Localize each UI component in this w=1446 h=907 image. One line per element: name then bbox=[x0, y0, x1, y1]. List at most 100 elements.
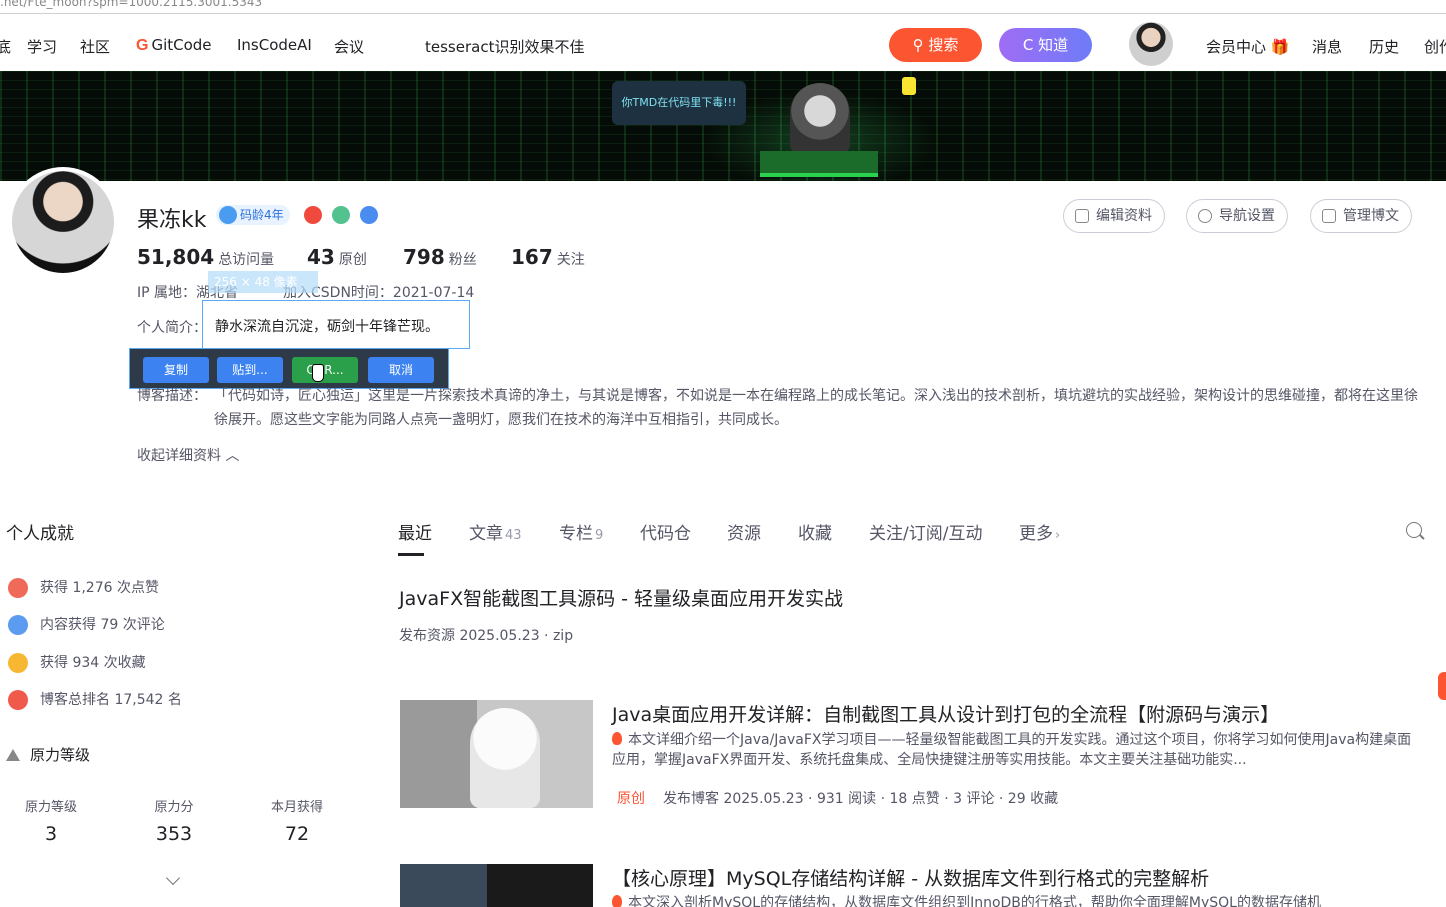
collapse-label: 收起详细资料 bbox=[137, 448, 221, 464]
article-meta: 原创 发布博客 2025.05.23 · 931 阅读 · 18 点赞 · 3 评… bbox=[617, 788, 1058, 808]
stat-visits-label: 总访问量 bbox=[218, 252, 275, 268]
chevron-down-icon[interactable] bbox=[165, 870, 181, 886]
tab-resources[interactable]: 资源 bbox=[727, 519, 761, 544]
edit-icon bbox=[1075, 209, 1089, 223]
article-thumbnail[interactable] bbox=[400, 700, 593, 808]
stat-original[interactable]: 43 原创 bbox=[307, 245, 367, 269]
search-query-text[interactable]: tesseract识别效果不佳 bbox=[425, 36, 584, 57]
search-button[interactable]: ⚲ 搜索 bbox=[889, 28, 982, 62]
comment-icon bbox=[8, 615, 28, 635]
cancel-button[interactable]: 取消 bbox=[368, 357, 434, 383]
desc-text: 「代码如诗，匠心独运」这里是一片探索技术真谛的净土，与其说是博客，不如说是一本在… bbox=[214, 388, 1418, 428]
fire-icon bbox=[612, 895, 622, 907]
article-desc-text: 本文详细介绍一个Java/JavaFX学习项目——轻量级智能截图工具的开发实践。… bbox=[612, 732, 1412, 768]
stat-following[interactable]: 167 关注 bbox=[511, 245, 585, 269]
stat-fans-label: 粉丝 bbox=[448, 252, 477, 268]
tab-articles-count: 43 bbox=[505, 528, 522, 543]
screenshot-toolbar: 复制 贴到... OCR... 取消 bbox=[129, 348, 449, 389]
achievement-comments-text: 内容获得 79 次评论 bbox=[40, 617, 165, 633]
code-age-label: 码龄4年 bbox=[240, 208, 284, 222]
zhidao-button[interactable]: C 知道 bbox=[999, 28, 1092, 62]
force-month: 本月获得 72 bbox=[247, 796, 347, 845]
tab-follow-label: 关注/订阅/互动 bbox=[869, 524, 983, 544]
achievement-comments: 内容获得 79 次评论 bbox=[8, 614, 165, 635]
stat-visits-num: 51,804 bbox=[137, 245, 215, 269]
nav-item-community[interactable]: 社区 bbox=[80, 36, 110, 57]
achievement-rank-text: 博客总排名 17,542 名 bbox=[40, 692, 182, 708]
tab-columns-label: 专栏 bbox=[559, 524, 593, 544]
stat-fans[interactable]: 798 粉丝 bbox=[403, 245, 477, 269]
profile-banner: 你TMD在代码里下毒!!! bbox=[0, 71, 1446, 181]
tab-more-label: 更多 bbox=[1019, 524, 1053, 544]
nav-create[interactable]: 创作 bbox=[1424, 36, 1446, 57]
tab-follow[interactable]: 关注/订阅/互动 bbox=[869, 519, 982, 544]
cloud-badge-icon[interactable] bbox=[332, 206, 350, 224]
gitcode-icon: G bbox=[136, 37, 149, 54]
code-age-badge[interactable]: 码龄4年 bbox=[216, 205, 290, 225]
nav-vip-center[interactable]: 会员中心 🎁 bbox=[1206, 36, 1289, 57]
zhidao-button-label: 知道 bbox=[1038, 36, 1069, 54]
tab-recent[interactable]: 最近 bbox=[398, 519, 432, 544]
stat-following-label: 关注 bbox=[556, 252, 585, 268]
tab-repos-label: 代码仓 bbox=[640, 524, 691, 544]
stat-visits[interactable]: 51,804 总访问量 bbox=[137, 245, 274, 269]
address-bar[interactable]: .net/Fte_moon?spm=1000.2115.3001.5343 bbox=[0, 0, 1446, 14]
profile-avatar[interactable] bbox=[8, 167, 118, 277]
document-icon bbox=[1322, 209, 1336, 223]
stat-fans-num: 798 bbox=[403, 245, 445, 269]
nav-settings-button[interactable]: 导航设置 bbox=[1186, 199, 1288, 233]
article-title[interactable]: Java桌面应用开发详解：自制截图工具从设计到打包的全流程【附源码与演示】 bbox=[612, 700, 1279, 727]
achievements-card: 个人成就 获得 1,276 次点赞 内容获得 79 次评论 获得 934 次收藏… bbox=[0, 503, 360, 907]
force-level-value: 3 bbox=[44, 823, 58, 845]
force-icon bbox=[6, 749, 20, 761]
search-icon[interactable] bbox=[1406, 522, 1422, 538]
nav-item-gitcode[interactable]: G GitCode bbox=[136, 36, 212, 55]
content-card: 最近 文章 43 专栏 9 代码仓 资源 收藏 关注/订阅/互动 更多 › JavaF… bbox=[372, 503, 1442, 907]
top-nav: 底 学习 社区 G GitCode InsCodeAI 会议 tesseract识… bbox=[0, 14, 1446, 71]
tab-articles[interactable]: 文章 43 bbox=[469, 519, 522, 544]
ocr-button[interactable]: OCR... bbox=[292, 357, 358, 383]
stat-original-label: 原创 bbox=[338, 252, 367, 268]
edit-profile-button[interactable]: 编辑资料 bbox=[1063, 199, 1165, 233]
manage-posts-button[interactable]: 管理博文 bbox=[1310, 199, 1412, 233]
tab-repos[interactable]: 代码仓 bbox=[640, 519, 691, 544]
tab-columns-count: 9 bbox=[595, 528, 604, 543]
article-desc: 本文深入剖析MySQL的存储结构，从数据库文件组织到InnoDB的行格式，帮助你… bbox=[612, 893, 1412, 907]
nav-item-learn[interactable]: 学习 bbox=[27, 36, 57, 57]
tab-favorites[interactable]: 收藏 bbox=[798, 519, 832, 544]
nav-item-inscode[interactable]: InsCodeAI bbox=[237, 36, 312, 54]
tab-favorites-label: 收藏 bbox=[798, 524, 832, 544]
profile-card: 果冻kk 码龄4年 51,804 总访问量 43 原创 798 粉丝 167 关注 编辑… bbox=[0, 167, 1442, 492]
user-avatar[interactable] bbox=[1129, 22, 1173, 66]
article-title[interactable]: 【核心原理】MySQL存储结构详解 - 从数据库文件到行格式的完整解析 bbox=[612, 864, 1209, 891]
achievement-likes-text: 获得 1,276 次点赞 bbox=[40, 580, 159, 596]
copy-button[interactable]: 复制 bbox=[143, 357, 209, 383]
article-desc-text: 本文深入剖析MySQL的存储结构，从数据库文件组织到InnoDB的行格式，帮助你… bbox=[628, 895, 1321, 907]
screenshot-selection-box[interactable]: 静水深流自沉淀，砺剑十年锋芒现。 bbox=[202, 300, 470, 349]
laptop-desk bbox=[760, 151, 878, 177]
tab-columns[interactable]: 专栏 9 bbox=[559, 519, 603, 544]
nav-item-cut[interactable]: 底 bbox=[0, 36, 11, 57]
force-level: 原力等级 3 bbox=[1, 796, 101, 845]
nav-history[interactable]: 历史 bbox=[1369, 36, 1399, 57]
ip-label: IP 属地： bbox=[137, 285, 197, 301]
fire-icon bbox=[612, 732, 622, 745]
nav-messages[interactable]: 消息 bbox=[1312, 36, 1342, 57]
side-float-icon[interactable] bbox=[1438, 672, 1446, 700]
article-thumbnail[interactable] bbox=[400, 864, 593, 907]
bug-icon bbox=[902, 77, 916, 95]
tab-more[interactable]: 更多 › bbox=[1019, 519, 1060, 544]
force-month-label: 本月获得 bbox=[270, 800, 323, 815]
article-title[interactable]: JavaFX智能截图工具源码 - 轻量级桌面应用开发实战 bbox=[399, 584, 843, 611]
force-level-title: 原力等级 bbox=[6, 744, 90, 765]
paste-to-button[interactable]: 贴到... bbox=[217, 357, 283, 383]
selection-size-tag: 256 × 48 像素 bbox=[208, 271, 318, 293]
nav-item-meeting[interactable]: 会议 bbox=[334, 36, 364, 57]
search-button-label: 搜索 bbox=[928, 36, 959, 54]
shield-icon bbox=[219, 206, 237, 224]
achievement-favorites: 获得 934 次收藏 bbox=[8, 652, 146, 673]
force-score-label: 原力分 bbox=[154, 800, 194, 815]
collapse-details-link[interactable]: 收起详细资料 ︿ bbox=[137, 445, 239, 465]
intro-label: 个人简介： bbox=[137, 320, 207, 336]
blogger-badge-icon[interactable] bbox=[304, 206, 322, 224]
